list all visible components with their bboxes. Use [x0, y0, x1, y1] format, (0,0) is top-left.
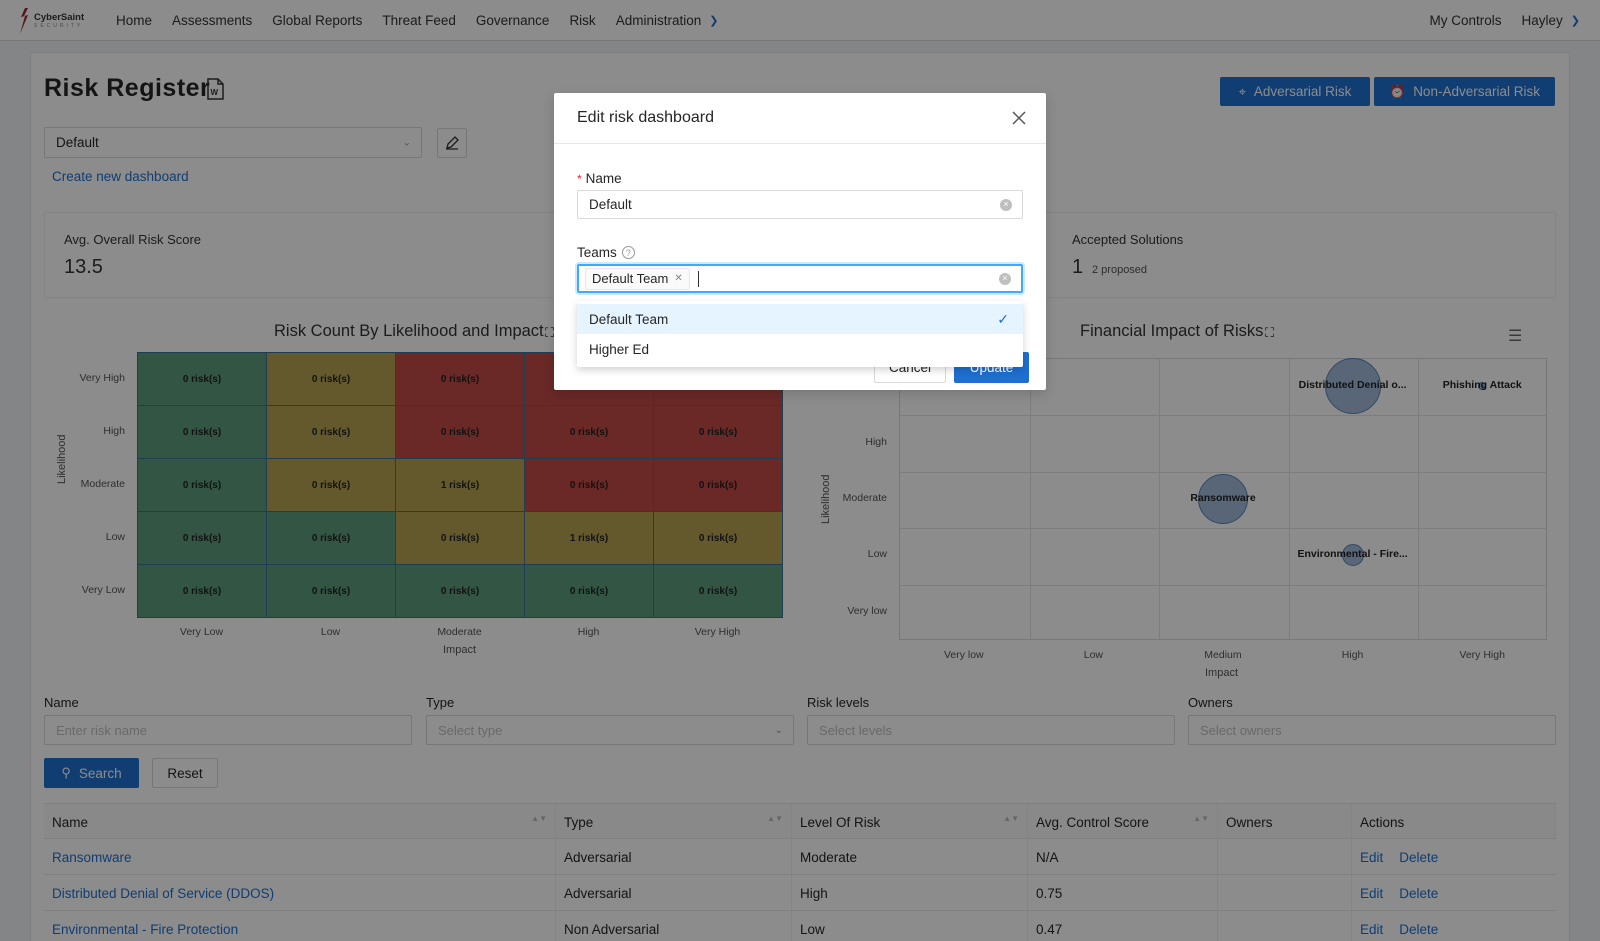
teams-dropdown: Default Team ✓ Higher Ed [577, 301, 1023, 367]
option-label: Higher Ed [589, 341, 650, 357]
required-icon: * [577, 172, 582, 186]
name-field-label: * Name [577, 171, 622, 186]
modal-header: Edit risk dashboard [554, 93, 1046, 144]
close-icon[interactable]: ✕ [674, 273, 682, 284]
option-label: Default Team [589, 311, 669, 327]
team-tag: Default Team ✕ [585, 267, 690, 290]
team-tag-label: Default Team [592, 271, 669, 286]
check-icon: ✓ [997, 311, 1009, 327]
name-field-label-text: Name [585, 171, 622, 186]
clear-icon[interactable]: × [999, 272, 1011, 285]
close-icon[interactable] [1010, 109, 1028, 127]
help-icon[interactable]: ? [621, 246, 635, 259]
teams-select[interactable]: Default Team ✕ × [577, 264, 1023, 293]
dashboard-name-value: Default [589, 197, 632, 212]
dropdown-option-higher-ed[interactable]: Higher Ed [577, 334, 1023, 364]
modal-title: Edit risk dashboard [577, 109, 714, 126]
text-cursor [697, 270, 699, 287]
clear-icon[interactable]: × [1000, 198, 1012, 211]
dropdown-option-default-team[interactable]: Default Team ✓ [577, 304, 1023, 334]
teams-field-label-text: Teams [577, 245, 617, 260]
teams-field-label: Teams ? [577, 245, 635, 260]
dashboard-name-input[interactable]: Default × [577, 190, 1023, 219]
